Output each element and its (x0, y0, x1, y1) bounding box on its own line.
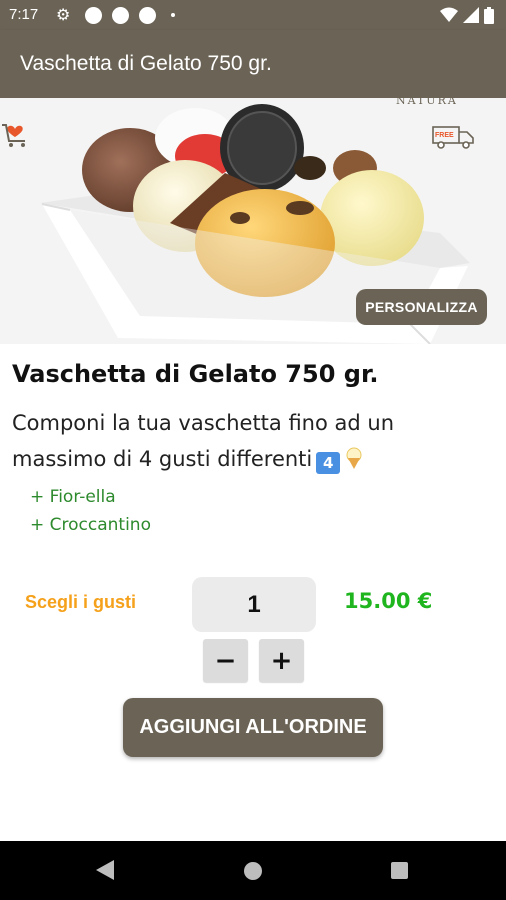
decrease-quantity-button[interactable]: − (203, 639, 248, 682)
product-title: Vaschetta di Gelato 750 gr. (12, 360, 379, 388)
notification-dot-icon (85, 7, 102, 24)
customize-button[interactable]: PERSONALIZZA (356, 289, 487, 325)
system-nav-bar (0, 841, 506, 900)
description-line-2: massimo di 4 gusti differenti (12, 447, 313, 471)
description-line-1: Componi la tua vaschetta fino ad un (12, 411, 395, 435)
notification-dot-icon (112, 7, 129, 24)
delivery-truck-icon[interactable]: FREE (432, 124, 476, 150)
keycap-four-icon: 4 (316, 452, 341, 474)
cart-heart-icon[interactable] (0, 120, 30, 150)
app-bar: Vaschetta di Gelato 750 gr. (0, 30, 506, 98)
extra-item: + Croccantino (30, 515, 151, 535)
brand-logo-text: NATURA (396, 98, 458, 107)
status-time: 7:17 (9, 6, 39, 23)
battery-icon (484, 6, 494, 24)
recents-icon[interactable] (391, 862, 408, 879)
extra-item: + Fior-ella (30, 487, 116, 507)
free-shipping-badge: FREE (435, 132, 454, 139)
notification-dot-icon (139, 7, 156, 24)
page-title: Vaschetta di Gelato 750 gr. (20, 52, 272, 75)
settings-icon: ⚙ (56, 5, 71, 24)
quantity-field[interactable]: 1 (192, 577, 316, 632)
more-notifications-icon (171, 13, 175, 17)
back-icon[interactable] (96, 860, 114, 880)
add-to-order-button[interactable]: AGGIUNGI ALL'ORDINE (123, 698, 383, 757)
home-icon[interactable] (244, 862, 262, 880)
product-image: NATURA FREE PERSONALIZZA (0, 98, 506, 344)
choose-flavors-link[interactable]: Scegli i gusti (25, 592, 136, 613)
status-bar: 7:17 ⚙ (0, 0, 506, 30)
wifi-icon (440, 7, 458, 22)
ice-cream-icon (346, 447, 362, 469)
signal-icon (463, 7, 479, 23)
increase-quantity-button[interactable]: + (259, 639, 304, 682)
price-label: 15.00 € (344, 589, 433, 613)
product-description: Componi la tua vaschetta fino ad un mass… (12, 405, 482, 477)
